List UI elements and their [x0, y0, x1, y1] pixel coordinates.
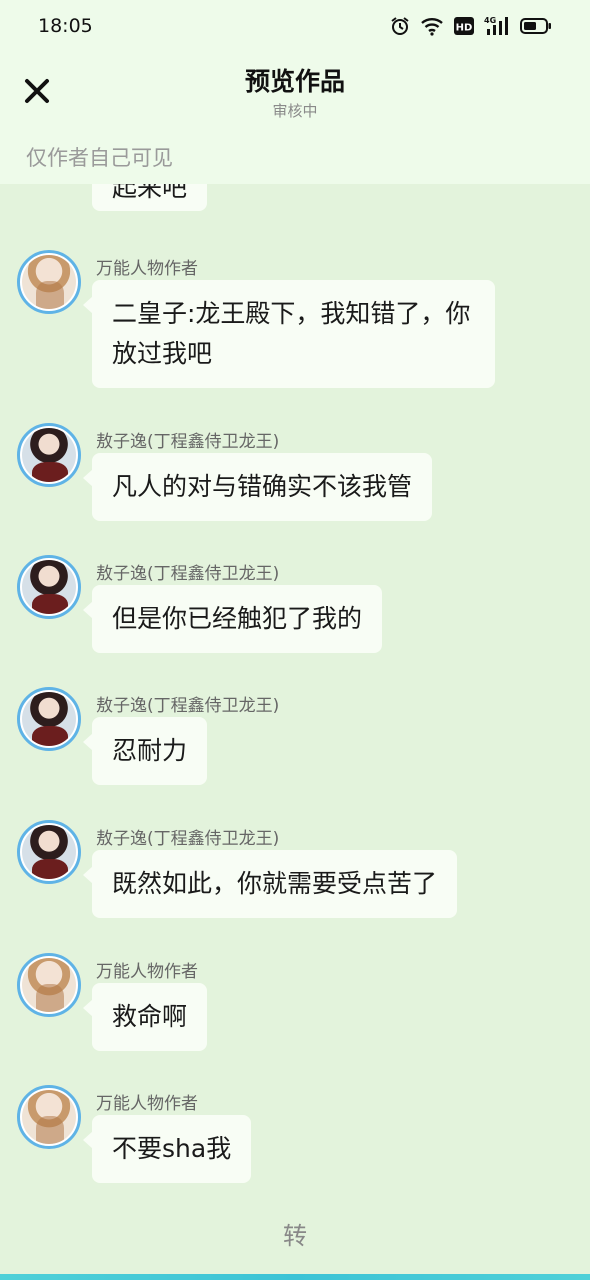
- signal-4g-icon: 4G: [484, 16, 510, 36]
- message-bubble: 二皇子:龙王殿下，我知错了，你放过我吧: [83, 280, 495, 388]
- avatar[interactable]: [17, 687, 81, 751]
- turn-button[interactable]: 转: [0, 1216, 590, 1251]
- battery-icon: [520, 17, 552, 35]
- sender-name: 万能人物作者: [96, 962, 198, 982]
- network-label: 4G: [484, 16, 496, 25]
- sender-name: 敖子逸(丁程鑫侍卫龙王): [96, 564, 280, 584]
- message-text: 凡人的对与错确实不该我管: [112, 472, 413, 501]
- hd-icon: HD: [454, 16, 474, 36]
- message-bubble: 但是你已经触犯了我的: [82, 585, 383, 653]
- message-text: 既然如此，你就需要受点苦了: [112, 869, 438, 898]
- footer: 转: [0, 1194, 590, 1280]
- avatar[interactable]: [17, 250, 81, 314]
- hd-label: HD: [456, 23, 473, 34]
- chat-list[interactable]: 起来吧 万能人物作者 二皇子:龙王殿下，我知错了，你放过我吧 敖子逸(丁程鑫侍卫…: [0, 184, 590, 1194]
- sender-name: 敖子逸(丁程鑫侍卫龙王): [96, 696, 280, 716]
- message-bubble: 不要sha我: [82, 1115, 252, 1183]
- message-bubble: 凡人的对与错确实不该我管: [82, 453, 433, 521]
- message-text: 不要sha我: [112, 1134, 232, 1163]
- visibility-notice: 仅作者自己可见: [26, 146, 173, 170]
- header: 预览作品 审核中 仅作者自己可见: [0, 52, 590, 184]
- sender-name: 敖子逸(丁程鑫侍卫龙王): [96, 829, 280, 849]
- wifi-icon: [420, 16, 444, 36]
- message-text: 起来吧: [112, 184, 188, 202]
- bottom-bar: [0, 1274, 590, 1280]
- status-bar: 18:05 HD 4G: [0, 0, 590, 52]
- message-bubble: 起来吧: [92, 184, 208, 211]
- alarm-icon: [390, 16, 410, 36]
- avatar[interactable]: [17, 423, 81, 487]
- sender-name: 万能人物作者: [96, 1094, 198, 1114]
- page-title: 预览作品: [244, 67, 345, 96]
- avatar[interactable]: [17, 820, 81, 884]
- message-text: 忍耐力: [112, 736, 188, 765]
- status-icons: HD 4G: [390, 16, 552, 36]
- avatar[interactable]: [17, 1085, 81, 1149]
- message-bubble: 既然如此，你就需要受点苦了: [82, 850, 458, 918]
- sender-name: 敖子逸(丁程鑫侍卫龙王): [96, 432, 280, 452]
- avatar[interactable]: [17, 555, 81, 619]
- message-text: 救命啊: [112, 1002, 188, 1031]
- review-status: 审核中: [272, 102, 318, 120]
- message-bubble: 忍耐力: [82, 717, 208, 785]
- message-text: 二皇子:龙王殿下，我知错了，你放过我吧: [112, 299, 471, 368]
- avatar[interactable]: [17, 953, 81, 1017]
- status-time: 18:05: [38, 15, 93, 37]
- message-bubble: 救命啊: [82, 983, 208, 1051]
- message-text: 但是你已经触犯了我的: [112, 604, 363, 633]
- sender-name: 万能人物作者: [96, 259, 198, 279]
